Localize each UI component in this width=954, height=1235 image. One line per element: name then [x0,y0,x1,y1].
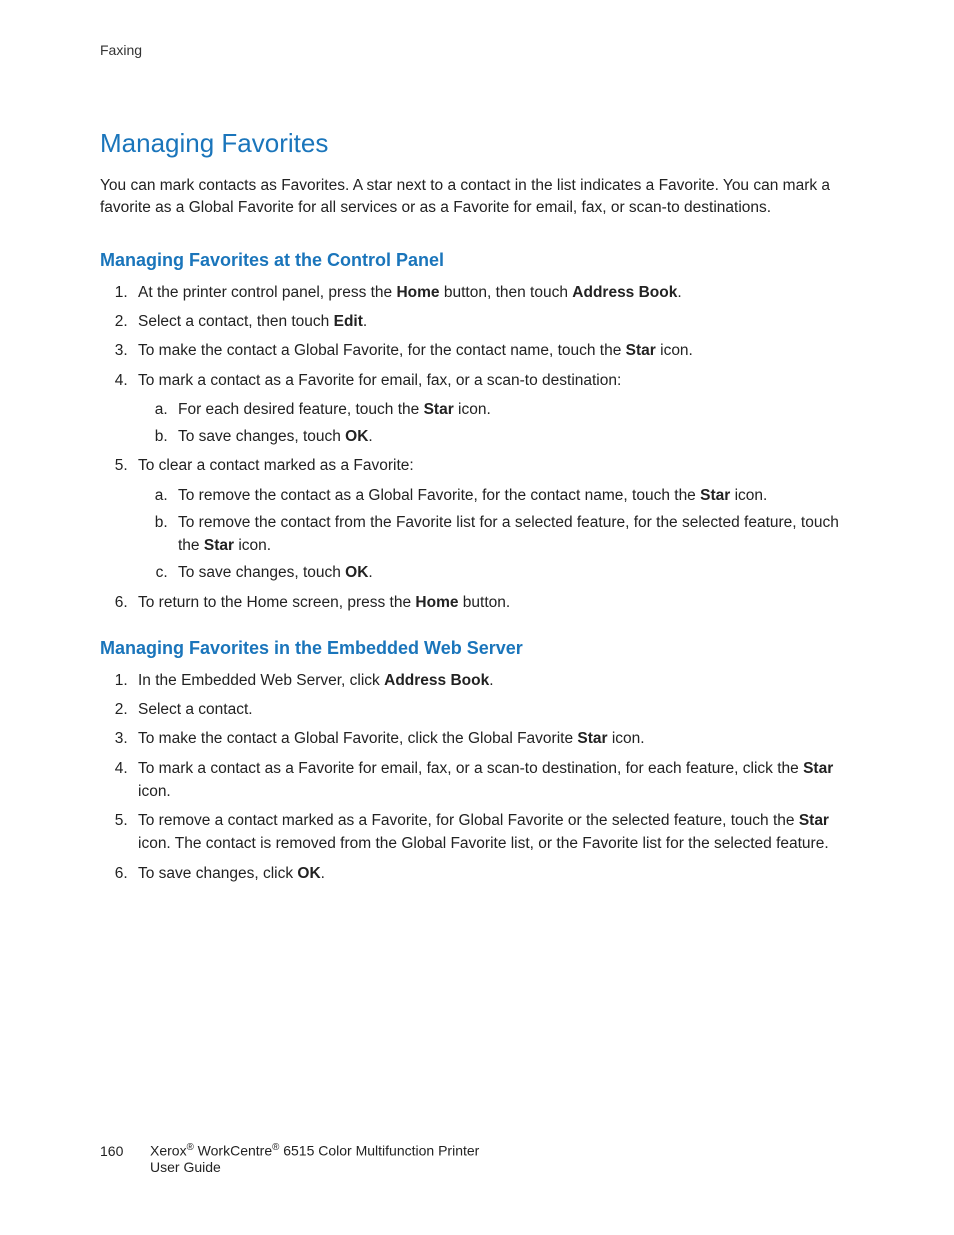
step-text: To mark a contact as a Favorite for emai… [138,760,803,777]
list-item: Select a contact, then touch Edit. [132,310,854,333]
list-item: To save changes, click OK. [132,862,854,885]
sub-list: For each desired feature, touch the Star… [138,398,854,449]
step-text: To save changes, click [138,865,297,882]
step-text: To remove the contact as a Global Favori… [178,487,700,504]
list-item: To mark a contact as a Favorite for emai… [132,369,854,449]
bold-text: Home [415,594,458,611]
step-text: In the Embedded Web Server, click [138,672,384,689]
page-footer: 160Xerox® WorkCentre® 6515 Color Multifu… [100,1142,479,1175]
footer-model: 6515 Color Multifunction Printer [279,1143,479,1159]
step-text: At the printer control panel, press the [138,284,396,301]
step-text: To remove the contact from the Favorite … [178,514,839,554]
step-text: Select a contact. [138,701,253,718]
bold-text: Edit [334,313,363,330]
list-item: To remove the contact from the Favorite … [172,511,854,558]
step-text: . [363,313,367,330]
step-text: . [368,428,372,445]
bold-text: Home [396,284,439,301]
list-item: To remove a contact marked as a Favorite… [132,809,854,856]
footer-line2: User Guide [150,1159,479,1175]
list-item: For each desired feature, touch the Star… [172,398,854,421]
step-text: icon. [138,783,171,800]
page-number: 160 [100,1143,150,1159]
list-item: In the Embedded Web Server, click Addres… [132,669,854,692]
steps-web-server: In the Embedded Web Server, click Addres… [100,669,854,885]
section-heading-control-panel: Managing Favorites at the Control Panel [100,250,854,271]
intro-paragraph: You can mark contacts as Favorites. A st… [100,175,854,220]
step-text: To return to the Home screen, press the [138,594,415,611]
bold-text: Star [799,812,829,829]
document-page: Faxing Managing Favorites You can mark c… [0,0,954,1235]
running-header: Faxing [100,42,854,58]
step-text: icon. The contact is removed from the Gl… [138,835,829,852]
step-text: icon. [730,487,767,504]
step-text: button, then touch [440,284,573,301]
section-heading-web-server: Managing Favorites in the Embedded Web S… [100,638,854,659]
page-title: Managing Favorites [100,128,854,159]
step-text: For each desired feature, touch the [178,401,424,418]
sub-list: To remove the contact as a Global Favori… [138,484,854,585]
step-text: . [368,564,372,581]
list-item: To make the contact a Global Favorite, c… [132,727,854,750]
step-text: To clear a contact marked as a Favorite: [138,457,414,474]
list-item: At the printer control panel, press the … [132,281,854,304]
bold-text: Address Book [572,284,677,301]
bold-text: OK [345,564,368,581]
step-text: To save changes, touch [178,428,345,445]
bold-text: Star [803,760,833,777]
footer-brand: Xerox [150,1143,187,1159]
step-text: icon. [656,342,693,359]
steps-control-panel: At the printer control panel, press the … [100,281,854,614]
list-item: To save changes, touch OK. [172,561,854,584]
list-item: To clear a contact marked as a Favorite:… [132,454,854,584]
list-item: To make the contact a Global Favorite, f… [132,339,854,362]
list-item: To return to the Home screen, press the … [132,591,854,614]
step-text: To save changes, touch [178,564,345,581]
step-text: icon. [608,730,645,747]
step-text: Select a contact, then touch [138,313,334,330]
step-text: button. [459,594,511,611]
step-text: To remove a contact marked as a Favorite… [138,812,799,829]
step-text: . [321,865,325,882]
registered-icon: ® [187,1142,194,1153]
bold-text: OK [345,428,368,445]
list-item: To remove the contact as a Global Favori… [172,484,854,507]
bold-text: Address Book [384,672,489,689]
bold-text: Star [577,730,607,747]
bold-text: Star [626,342,656,359]
list-item: Select a contact. [132,698,854,721]
step-text: icon. [234,537,271,554]
step-text: To make the contact a Global Favorite, c… [138,730,577,747]
step-text: . [677,284,681,301]
step-text: . [489,672,493,689]
bold-text: Star [424,401,454,418]
list-item: To save changes, touch OK. [172,425,854,448]
step-text: To make the contact a Global Favorite, f… [138,342,626,359]
bold-text: Star [700,487,730,504]
list-item: To mark a contact as a Favorite for emai… [132,757,854,804]
bold-text: Star [204,537,234,554]
step-text: icon. [454,401,491,418]
footer-product: WorkCentre [194,1143,272,1159]
step-text: To mark a contact as a Favorite for emai… [138,372,621,389]
bold-text: OK [297,865,320,882]
